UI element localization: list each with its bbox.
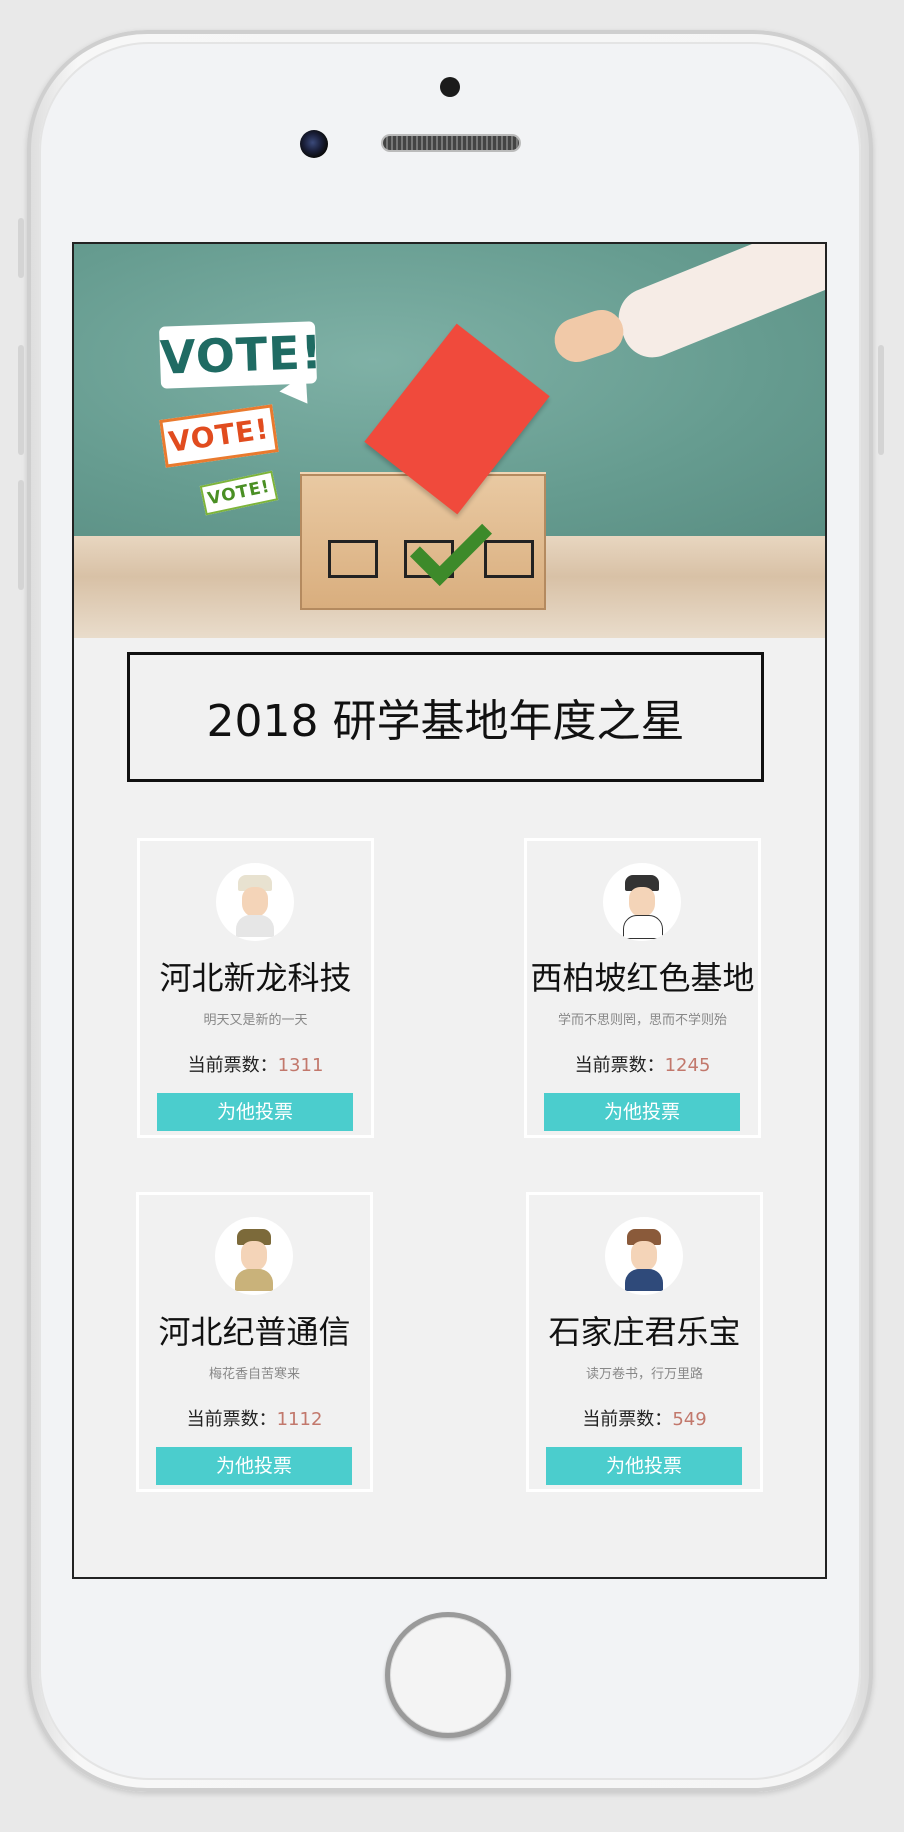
vote-count-label: 当前票数： bbox=[582, 1409, 673, 1430]
candidate-card: 石家庄君乐宝 读万卷书，行万里路 当前票数：549 为他投票 bbox=[526, 1192, 763, 1492]
vote-count-value: 1245 bbox=[664, 1055, 711, 1076]
mute-switch bbox=[18, 218, 24, 278]
front-camera-icon bbox=[300, 130, 328, 158]
vote-count-label: 当前票数： bbox=[187, 1055, 278, 1076]
vote-button[interactable]: 为他投票 bbox=[157, 1093, 353, 1131]
student-avatar-icon bbox=[605, 1217, 683, 1295]
vote-count-value: 1112 bbox=[276, 1409, 323, 1430]
checkbox-empty-icon bbox=[328, 540, 378, 578]
power-button bbox=[878, 345, 884, 455]
home-button[interactable] bbox=[385, 1612, 511, 1738]
candidate-name: 西柏坡红色基地 bbox=[530, 959, 755, 997]
candidate-motto: 读万卷书，行万里路 bbox=[585, 1367, 703, 1382]
vote-button[interactable]: 为他投票 bbox=[544, 1093, 740, 1131]
candidate-name: 河北纪普通信 bbox=[158, 1313, 351, 1351]
volume-down-button bbox=[18, 480, 24, 590]
candidate-card: 河北新龙科技 明天又是新的一天 当前票数：1311 为他投票 bbox=[137, 838, 374, 1138]
candidate-card: 河北纪普通信 梅花香自苦寒来 当前票数：1112 为他投票 bbox=[136, 1192, 373, 1492]
vote-count: 当前票数：1112 bbox=[139, 1405, 370, 1431]
vote-count-value: 549 bbox=[672, 1409, 707, 1430]
checkbox-empty-icon bbox=[484, 540, 534, 578]
candidate-motto: 明天又是新的一天 bbox=[203, 1013, 308, 1028]
candidate-motto: 学而不思则罔，思而不学则殆 bbox=[557, 1013, 727, 1028]
vote-button[interactable]: 为他投票 bbox=[546, 1447, 742, 1485]
vote-count-value: 1311 bbox=[277, 1055, 324, 1076]
poet-avatar-icon bbox=[215, 1217, 293, 1295]
volume-up-button bbox=[18, 345, 24, 455]
page-title: 2018 研学基地年度之星 bbox=[206, 696, 685, 747]
phone-screen: VOTE! VOTE! VOTE! 2018 研学基地年度之星 河北新龙科技 明… bbox=[72, 242, 827, 1579]
vote-count-label: 当前票数： bbox=[574, 1055, 665, 1076]
vote-bubble-large: VOTE! bbox=[158, 321, 324, 389]
page-title-box: 2018 研学基地年度之星 bbox=[127, 652, 764, 782]
vote-count: 当前票数：549 bbox=[529, 1405, 760, 1431]
candidate-name: 石家庄君乐宝 bbox=[548, 1313, 741, 1351]
vote-banner-image: VOTE! VOTE! VOTE! bbox=[74, 244, 825, 638]
confucius-avatar-icon bbox=[603, 863, 681, 941]
vote-count-label: 当前票数： bbox=[186, 1409, 277, 1430]
vote-count: 当前票数：1311 bbox=[140, 1051, 371, 1077]
candidate-motto: 梅花香自苦寒来 bbox=[208, 1367, 300, 1382]
vote-count: 当前票数：1245 bbox=[527, 1051, 758, 1077]
candidate-name: 河北新龙科技 bbox=[159, 959, 352, 997]
candidate-card: 西柏坡红色基地 学而不思则罔，思而不学则殆 当前票数：1245 为他投票 bbox=[524, 838, 761, 1138]
earpiece-speaker bbox=[383, 136, 519, 150]
proximity-sensor bbox=[440, 77, 460, 97]
scholar-avatar-icon bbox=[216, 863, 294, 941]
vote-button[interactable]: 为他投票 bbox=[156, 1447, 352, 1485]
